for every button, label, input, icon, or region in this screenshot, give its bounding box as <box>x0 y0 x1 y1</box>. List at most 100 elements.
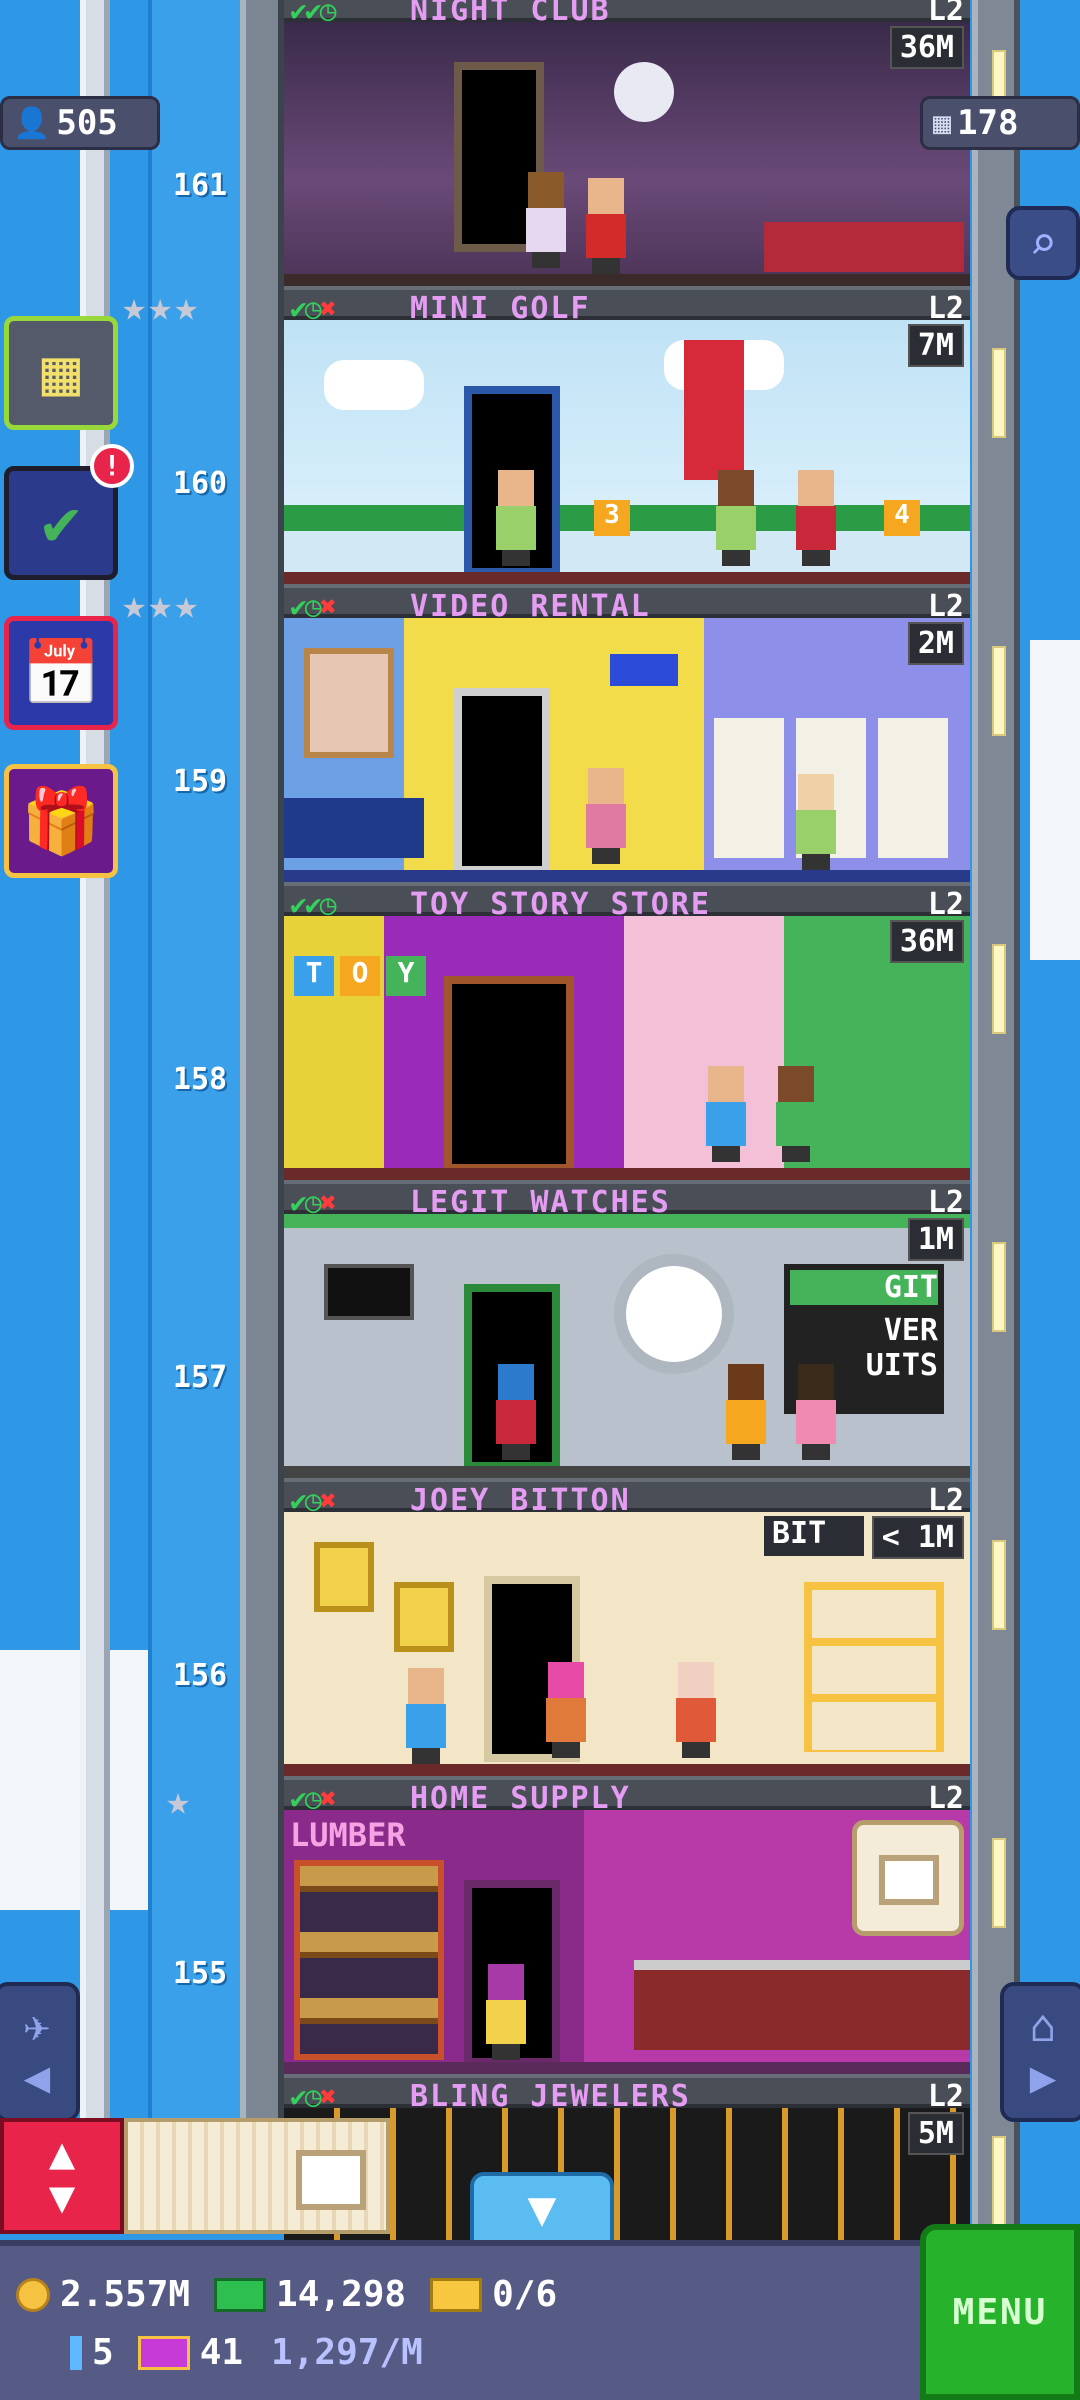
floor-joey-bitton[interactable]: ✔◷✖ JOEY BITTON L2 BIT < 1M <box>284 1478 970 1776</box>
golden-ticket-icon <box>430 2277 483 2312</box>
floor-price: 36M <box>889 920 964 963</box>
home-icon: ⌂ <box>1029 2001 1057 2052</box>
arrow-down-icon: ▼ <box>48 2172 76 2223</box>
visitor-nav-button[interactable]: ✈ ◀ <box>0 1982 80 2122</box>
handbag-frame <box>394 1582 454 1652</box>
bitizen-icon <box>404 1668 448 1764</box>
notification-badge: ! <box>90 444 134 488</box>
bag-shelf <box>804 1582 944 1752</box>
floor-price: 2M <box>907 622 964 665</box>
floor-line <box>284 1466 970 1478</box>
box-icon <box>879 1855 939 1905</box>
floor-price: 1M <box>907 1218 964 1261</box>
stats-row: 5 41 1,297/M <box>70 2332 423 2373</box>
elevator-car[interactable] <box>124 2118 390 2234</box>
floor-header: ✔◷✖ MINI GOLF L2 <box>284 286 970 326</box>
bitizen-icon <box>774 1066 818 1162</box>
bitizen-icon <box>794 1364 838 1460</box>
bit-sign: BIT <box>764 1516 864 1556</box>
bitizen-icon <box>544 1662 588 1758</box>
vip-value: 41 <box>199 2332 244 2373</box>
bux-value: 14,298 <box>276 2274 407 2315</box>
arrow-left-icon: ◀ <box>23 2052 51 2103</box>
floor-video-rental[interactable]: ✔◷✖ VIDEO RENTAL L2 2M <box>284 584 970 882</box>
floor-number: 161 <box>172 168 228 203</box>
rail-light <box>992 2136 1006 2226</box>
floor-number: 157 <box>172 1360 228 1395</box>
bitizen-icon <box>794 774 838 870</box>
lumber-rack <box>294 1860 444 2060</box>
floor-toy-story-store[interactable]: ✔✔◷ TOY STORY STORE L2 T O Y 36M <box>284 882 970 1180</box>
bitizen-icon <box>724 1364 768 1460</box>
floor-legit-watches[interactable]: ✔◷✖ LEGIT WATCHES L2 GIT VER UITS 1M <box>284 1180 970 1478</box>
room-interior: GIT VER UITS <box>284 1214 970 1478</box>
gift-button[interactable]: 🎁 <box>4 764 118 878</box>
elevator-panel[interactable]: ▲ ▼ <box>0 2118 390 2234</box>
floor-line <box>284 1168 970 1180</box>
disco-ball-icon <box>614 62 674 122</box>
floor-count-value: 178 <box>957 103 1019 143</box>
elevator-up-down-button[interactable]: ▲ ▼ <box>0 2118 124 2234</box>
floor-number: 159 <box>172 764 228 799</box>
floor-toolbox-button[interactable] <box>852 1820 964 1936</box>
bitizen-icon <box>674 1662 718 1758</box>
cloud-decor <box>324 360 424 410</box>
calendar-button[interactable]: 📅 <box>4 616 118 730</box>
lumber-sign: LUMBER <box>290 1816 406 1854</box>
coin-icon <box>16 2277 50 2312</box>
star-rating: ★★★ <box>122 582 201 628</box>
rail-light <box>992 646 1006 736</box>
rail-light <box>992 944 1006 1034</box>
bitizen-icon <box>494 470 538 566</box>
floor-price: 5M <box>907 2112 964 2155</box>
floor-mini-golf[interactable]: ✔◷✖ MINI GOLF L2 3 4 7M <box>284 286 970 584</box>
bitizen-icon <box>494 1364 538 1460</box>
lobby-nav-button[interactable]: ⌂ ▶ <box>1000 1982 1080 2122</box>
income-rate: 1,297/M <box>271 2332 423 2373</box>
bottom-hud: 2.557M 14,298 0/6 5 41 1,297/M <box>0 2240 1080 2400</box>
rail-light <box>992 1540 1006 1630</box>
bitizen-icon <box>484 1964 528 2060</box>
clock-icon <box>614 1254 734 1374</box>
menu-button[interactable]: MENU <box>920 2224 1080 2400</box>
bitizen-icon <box>714 470 758 566</box>
search-button[interactable]: ⌕ <box>1006 206 1080 280</box>
floor-header: ✔◷✖ LEGIT WATCHES L2 <box>284 1180 970 1220</box>
floor-header: ✔✔◷ NIGHT CLUB L2 <box>284 0 970 28</box>
magnifier-icon: ⌕ <box>1029 216 1057 270</box>
chevron-down-icon: ▼ <box>527 2181 557 2237</box>
tower-overview-button[interactable]: ▦ <box>4 316 118 430</box>
floor-line <box>284 572 970 584</box>
tickets-value: 0/6 <box>492 2274 558 2315</box>
floor-header: ✔✔◷ TOY STORY STORE L2 <box>284 882 970 922</box>
golf-flag-4: 4 <box>884 500 920 536</box>
floor-number: 160 <box>172 466 228 501</box>
floor-header: ✔◷✖ JOEY BITTON L2 <box>284 1478 970 1518</box>
arrow-up-icon: ▲ <box>48 2128 76 2179</box>
building-icon: ▦ <box>933 105 952 141</box>
tool-counter <box>634 1960 970 2050</box>
tv-screen <box>324 1264 414 1320</box>
floor-price: 7M <box>907 324 964 367</box>
cloud-left <box>0 1650 150 1910</box>
room-interior: BIT <box>284 1512 970 1776</box>
currency-row: 2.557M 14,298 0/6 <box>16 2274 557 2315</box>
mission-checklist-icon: ✔ <box>41 486 81 560</box>
person-icon: 👤 <box>13 105 51 141</box>
rail-light <box>992 1242 1006 1332</box>
arrow-right-icon: ▶ <box>1029 2052 1057 2103</box>
floor-counter[interactable]: ▦ 178 <box>920 96 1080 150</box>
floor-night-club[interactable]: ✔✔◷ NIGHT CLUB L2 36M <box>284 0 970 286</box>
floor-line <box>284 1764 970 1776</box>
rail-light <box>992 348 1006 438</box>
velvet-sofa <box>764 222 964 272</box>
floor-line <box>284 870 970 882</box>
star-rating: ★★★ <box>122 284 201 330</box>
population-counter[interactable]: 👤 505 <box>0 96 160 150</box>
rail-light <box>992 1838 1006 1928</box>
floor-line <box>284 274 970 286</box>
star-rating: ★ <box>166 1778 193 1824</box>
bitizen-icon <box>584 768 628 864</box>
floor-number: 158 <box>172 1062 228 1097</box>
scroll-down-tab[interactable]: ▼ <box>470 2172 614 2244</box>
